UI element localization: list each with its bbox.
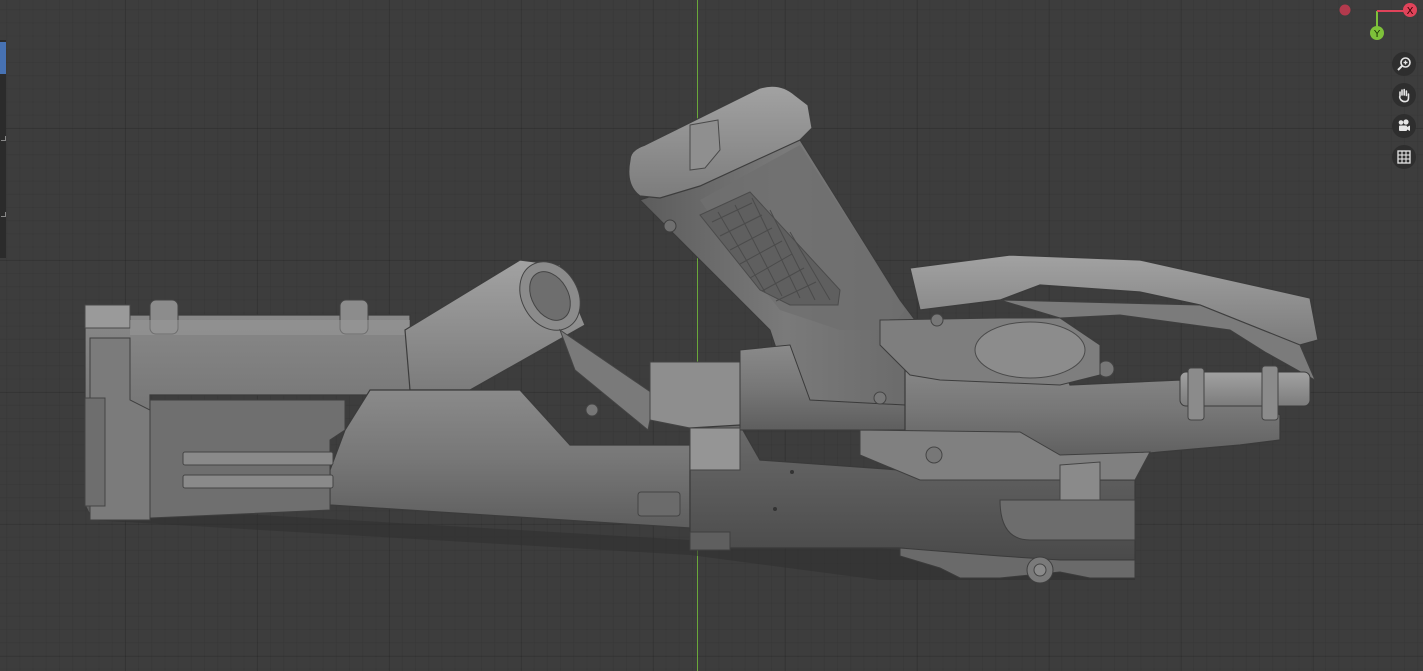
grid-icon	[1397, 150, 1411, 164]
rifle-model[interactable]	[0, 0, 1423, 671]
top-sight	[879, 254, 1319, 386]
y-axis-label: Y	[1373, 29, 1381, 40]
3d-viewport[interactable]: ·· ·· ··· ····	[0, 0, 1423, 671]
perspective-toggle-button[interactable]	[1392, 145, 1416, 169]
camera-icon	[1398, 119, 1410, 131]
magnifier-plus-icon	[1397, 57, 1411, 71]
x-axis-label: X	[1407, 6, 1414, 17]
zoom-button[interactable]	[1392, 52, 1416, 76]
pan-button[interactable]	[1392, 83, 1416, 107]
navigation-gizmo[interactable]: X Y	[1330, 0, 1423, 45]
neg-x-axis-dot[interactable]	[1339, 4, 1351, 16]
camera-view-button[interactable]	[1392, 114, 1416, 138]
hand-icon	[1398, 88, 1410, 103]
